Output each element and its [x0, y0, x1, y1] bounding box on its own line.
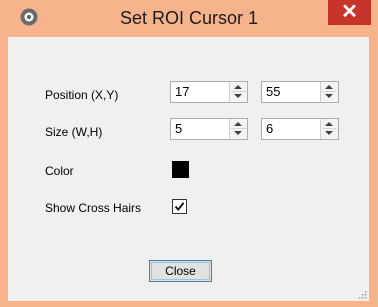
size-label: Size (W,H) — [45, 125, 103, 139]
spin-up-icon[interactable] — [325, 122, 333, 126]
ring-icon[interactable] — [19, 7, 39, 27]
close-icon: ✕ — [341, 1, 358, 23]
spin-up-icon[interactable] — [234, 85, 242, 89]
show-cross-hairs-checkbox[interactable] — [172, 199, 187, 214]
size-h-stepper[interactable]: 6 — [261, 118, 339, 140]
color-label: Color — [45, 164, 74, 178]
spin-divider — [322, 91, 337, 92]
spin-down-icon[interactable] — [234, 94, 242, 98]
dialog-client-area: Position (X,Y) 17 55 Size (W,H) 5 6 Colo… — [8, 37, 369, 301]
color-swatch[interactable] — [172, 161, 189, 178]
position-y-spin-buttons[interactable] — [320, 82, 338, 102]
position-x-value[interactable]: 17 — [175, 82, 189, 102]
close-button[interactable]: Close — [149, 260, 212, 282]
position-x-spin-buttons[interactable] — [229, 82, 247, 102]
spin-divider — [231, 91, 246, 92]
show-cross-hairs-label: Show Cross Hairs — [45, 201, 142, 215]
position-x-stepper[interactable]: 17 — [170, 81, 248, 103]
position-y-value[interactable]: 55 — [266, 82, 280, 102]
spin-divider — [322, 128, 337, 129]
spin-up-icon[interactable] — [325, 85, 333, 89]
spin-divider — [231, 128, 246, 129]
position-label: Position (X,Y) — [45, 88, 119, 102]
checkmark-icon — [174, 202, 185, 211]
spin-down-icon[interactable] — [325, 131, 333, 135]
size-w-stepper[interactable]: 5 — [170, 118, 248, 140]
resize-grip-icon[interactable] — [357, 289, 367, 299]
dialog-window: Set ROI Cursor 1 ✕ Position (X,Y) 17 55 … — [0, 0, 378, 307]
position-y-stepper[interactable]: 55 — [261, 81, 339, 103]
size-w-value[interactable]: 5 — [175, 119, 182, 139]
close-window-button[interactable]: ✕ — [328, 0, 371, 25]
size-w-spin-buttons[interactable] — [229, 119, 247, 139]
spin-down-icon[interactable] — [234, 131, 242, 135]
spin-up-icon[interactable] — [234, 122, 242, 126]
size-h-value[interactable]: 6 — [266, 119, 273, 139]
size-h-spin-buttons[interactable] — [320, 119, 338, 139]
title-bar[interactable]: Set ROI Cursor 1 ✕ — [0, 0, 378, 37]
window-title: Set ROI Cursor 1 — [119, 8, 259, 28]
spin-down-icon[interactable] — [325, 94, 333, 98]
